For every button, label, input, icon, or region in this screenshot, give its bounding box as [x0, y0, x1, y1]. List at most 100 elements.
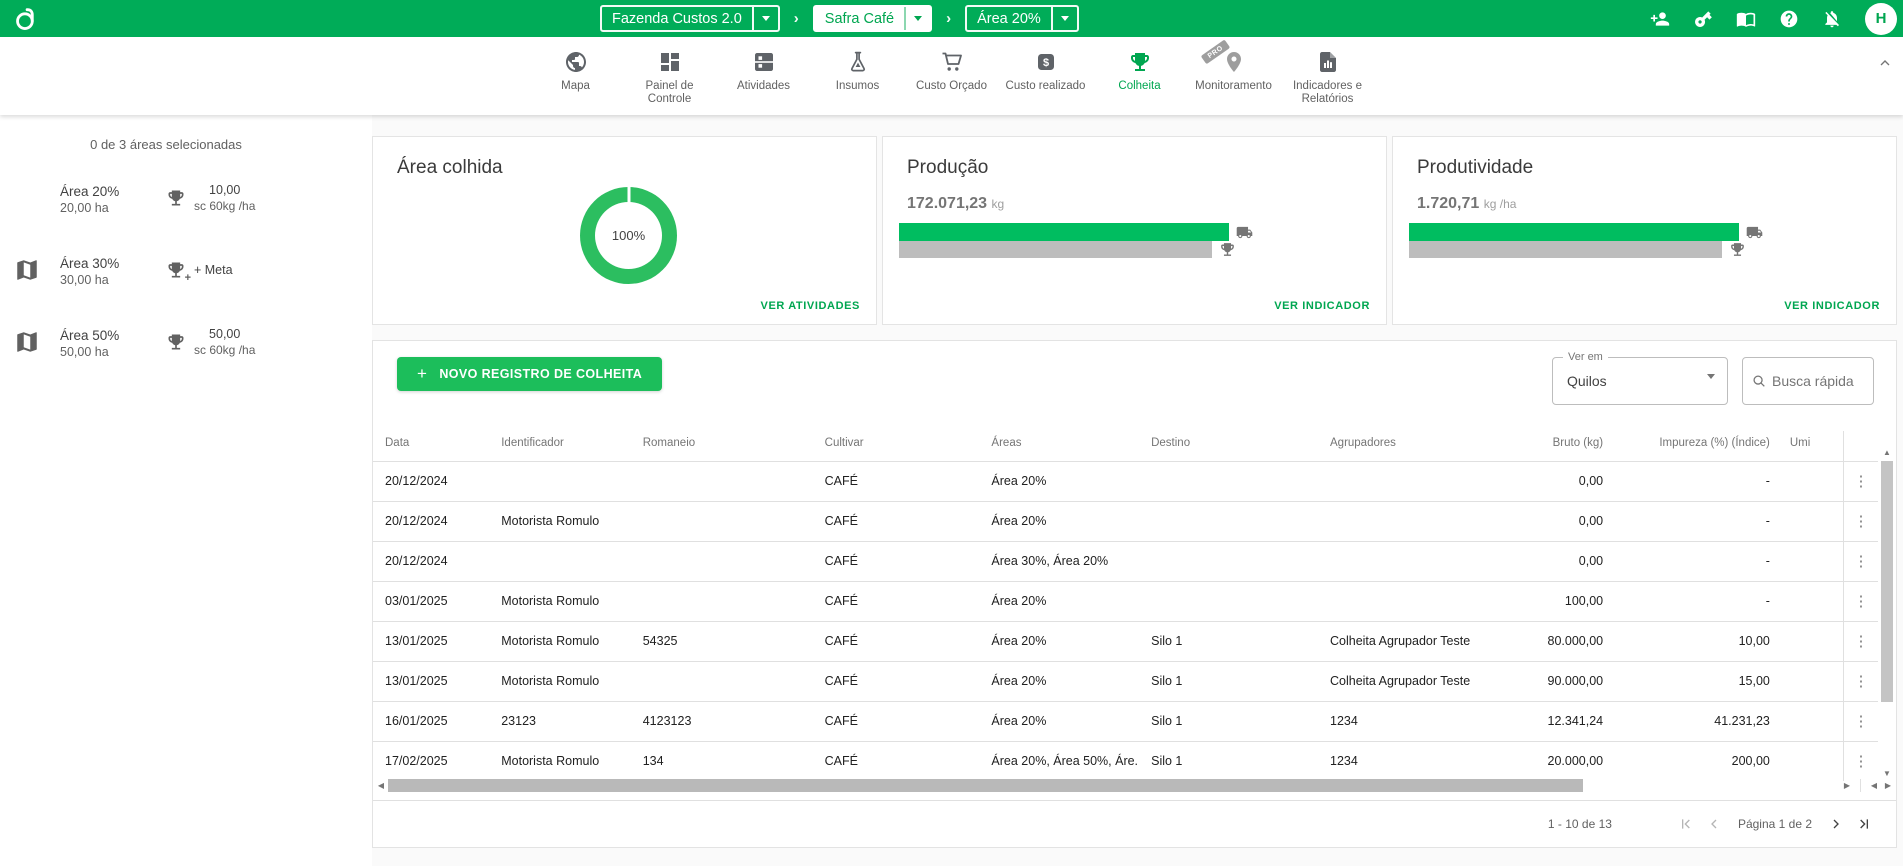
cell-areas: Área 20% — [979, 661, 1139, 701]
row-actions-kebab-icon[interactable]: ⋮ — [1854, 474, 1869, 489]
chevron-down-icon — [762, 16, 770, 21]
table-row[interactable]: 13/01/2025 Motorista Romulo CAFÉ Área 20… — [373, 661, 1878, 701]
row-actions-kebab-icon[interactable]: ⋮ — [1854, 714, 1869, 729]
column-header-actions — [1844, 431, 1878, 461]
nav-item-atividades[interactable]: Atividades — [723, 49, 805, 93]
first-page-icon[interactable] — [1672, 810, 1700, 838]
cell-impureza: 200,00 — [1611, 741, 1778, 781]
cell-destino: Silo 1 — [1139, 621, 1318, 661]
notifications-off-icon[interactable] — [1822, 9, 1842, 29]
table-row[interactable]: 13/01/2025 Motorista Romulo 54325 CAFÉ Á… — [373, 621, 1878, 661]
production-goal-bar — [899, 241, 1212, 258]
invite-user-icon[interactable] — [1650, 9, 1670, 29]
nav-item-custo-orcado[interactable]: Custo Orçado — [911, 49, 993, 93]
nav-label: Indicadores e Relatórios — [1287, 80, 1369, 106]
truck-icon — [1236, 224, 1253, 241]
key-icon[interactable] — [1693, 9, 1713, 29]
pinned-scroll-left-icon[interactable]: ◀ — [1867, 781, 1881, 790]
new-harvest-record-button[interactable]: + NOVO REGISTRO DE COLHEITA — [397, 357, 662, 391]
area-selector-caret — [1053, 7, 1077, 30]
map-icon — [14, 329, 40, 355]
view-in-select[interactable]: Ver em Quilos — [1552, 357, 1728, 405]
nav-item-mapa[interactable]: Mapa — [535, 49, 617, 93]
row-actions-kebab-icon[interactable]: ⋮ — [1854, 634, 1869, 649]
row-actions-kebab-icon[interactable]: ⋮ — [1854, 514, 1869, 529]
nav-item-insumos[interactable]: Insumos — [817, 49, 899, 93]
goal-value: 10,00 — [194, 182, 255, 198]
nav-label: Custo Orçado — [916, 80, 987, 93]
previous-page-icon[interactable] — [1700, 810, 1728, 838]
cell-destino — [1139, 581, 1318, 621]
horizontal-scrollbar-thumb[interactable] — [388, 779, 1583, 792]
ver-indicador-link[interactable]: VER INDICADOR — [1784, 300, 1880, 312]
ver-atividades-link[interactable]: VER ATIVIDADES — [761, 300, 860, 312]
cell-umidade — [1778, 461, 1844, 501]
season-selector-label: Safra Café — [815, 11, 904, 27]
cell-bruto: 0,00 — [1495, 461, 1611, 501]
cell-areas: Área 30%, Área 20% — [979, 541, 1139, 581]
cell-destino — [1139, 501, 1318, 541]
table-row[interactable]: 20/12/2024 CAFÉ Área 20% 0,00 - ⋮ — [373, 461, 1878, 501]
nav-item-custo-realizado[interactable]: $ Custo realizado — [1005, 49, 1087, 93]
area-row-20[interactable]: Área 20% 20,00 ha 10,00 sc 60kg /ha — [0, 162, 372, 234]
cell-cultivar: CAFÉ — [813, 661, 980, 701]
top-bar: Fazenda Custos 2.0 › Safra Café › Área 2… — [0, 0, 1903, 37]
scroll-up-icon[interactable]: ▲ — [1883, 447, 1891, 459]
scroll-right-icon[interactable]: ▶ — [1840, 781, 1854, 790]
user-avatar[interactable]: H — [1865, 3, 1897, 35]
search-icon — [1751, 373, 1768, 390]
cell-umidade — [1778, 501, 1844, 541]
cell-bruto: 80.000,00 — [1495, 621, 1611, 661]
row-actions-kebab-icon[interactable]: ⋮ — [1854, 754, 1869, 769]
table-row[interactable]: 16/01/2025 23123 4123123 CAFÉ Área 20% S… — [373, 701, 1878, 741]
breadcrumb-chevron-icon: › — [794, 10, 799, 27]
ver-indicador-link[interactable]: VER INDICADOR — [1274, 300, 1370, 312]
table-row[interactable]: 20/12/2024 CAFÉ Área 30%, Área 20% 0,00 … — [373, 541, 1878, 581]
next-page-icon[interactable] — [1822, 810, 1850, 838]
map-icon — [14, 257, 40, 283]
table-row[interactable]: 20/12/2024 Motorista Romulo CAFÉ Área 20… — [373, 501, 1878, 541]
area-row-30[interactable]: Área 30% 30,00 ha + + Meta — [0, 234, 372, 306]
cell-identificador: Motorista Romulo — [489, 621, 631, 661]
area-row-50[interactable]: Área 50% 50,00 ha 50,00 sc 60kg /ha — [0, 306, 372, 378]
cell-romaneio: 54325 — [631, 621, 813, 661]
cell-areas: Área 20%, Área 50%, Áre... — [979, 741, 1139, 781]
table-header-row: Data Identificador Romaneio Cultivar Áre… — [373, 431, 1878, 461]
topbar-actions: H — [1650, 0, 1897, 37]
last-page-icon[interactable] — [1850, 810, 1878, 838]
dashboard-icon — [657, 49, 683, 75]
areas-selection-summary: 0 de 3 áreas selecionadas — [0, 115, 372, 162]
column-header-impureza: Impureza (%) (Índice) — [1611, 431, 1778, 461]
area-selector[interactable]: Área 20% — [965, 5, 1079, 32]
nav-item-colheita[interactable]: Colheita — [1099, 49, 1181, 93]
row-actions-kebab-icon[interactable]: ⋮ — [1854, 554, 1869, 569]
season-selector[interactable]: Safra Café — [813, 5, 932, 32]
nav-item-monitoramento[interactable]: PRO Monitoramento — [1193, 49, 1275, 93]
nav-item-painel-de-controle[interactable]: Painel de Controle — [629, 49, 711, 106]
aegro-logo-icon[interactable] — [13, 6, 39, 32]
nav-item-indicadores-relatorios[interactable]: Indicadores e Relatórios — [1287, 49, 1369, 106]
vertical-scrollbar-thumb[interactable] — [1881, 461, 1893, 702]
cell-agrupadores — [1318, 581, 1495, 621]
column-header-identificador: Identificador — [489, 431, 631, 461]
knowledge-book-icon[interactable] — [1736, 9, 1756, 29]
pinned-scroll-right-icon[interactable]: ▶ — [1881, 781, 1895, 790]
scroll-left-icon[interactable]: ◀ — [374, 781, 388, 790]
add-goal-button[interactable]: + + Meta — [166, 260, 316, 280]
quick-search-input[interactable] — [1772, 373, 1865, 389]
row-actions-kebab-icon[interactable]: ⋮ — [1854, 594, 1869, 609]
collapse-nav-icon[interactable] — [1877, 55, 1893, 71]
row-actions-kebab-icon[interactable]: ⋮ — [1854, 674, 1869, 689]
help-icon[interactable] — [1779, 9, 1799, 29]
harvest-records-table: Data Identificador Romaneio Cultivar Áre… — [373, 431, 1878, 781]
trophy-add-icon: + — [166, 260, 186, 280]
table-row[interactable]: 17/02/2025 Motorista Romulo 134 CAFÉ Áre… — [373, 741, 1878, 781]
chevron-down-icon — [1061, 16, 1069, 21]
cell-identificador: 23123 — [489, 701, 631, 741]
cell-cultivar: CAFÉ — [813, 701, 980, 741]
farm-selector[interactable]: Fazenda Custos 2.0 — [600, 5, 780, 32]
monitoring-pin-icon: PRO — [1221, 49, 1247, 75]
table-row[interactable]: 03/01/2025 Motorista Romulo CAFÉ Área 20… — [373, 581, 1878, 621]
cell-areas: Área 20% — [979, 501, 1139, 541]
nav-label: Custo realizado — [1006, 80, 1086, 93]
